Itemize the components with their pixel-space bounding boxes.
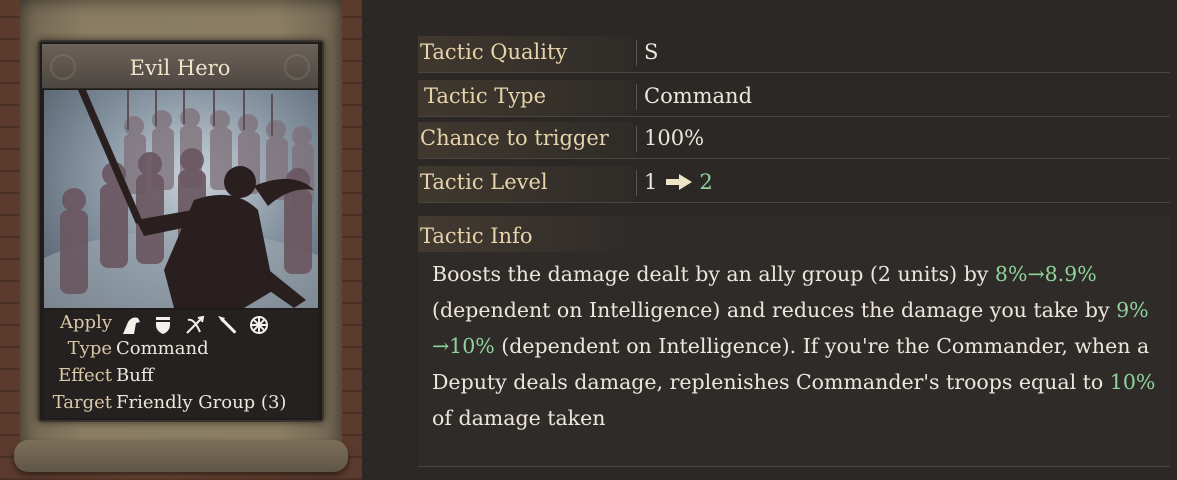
shield-icon: [152, 314, 174, 336]
tactic-type-row: Tactic Type Command: [418, 80, 1170, 117]
chance-row: Chance to trigger 100%: [418, 122, 1170, 159]
apply-label: Apply: [60, 312, 112, 333]
level-from: 1: [644, 170, 658, 194]
tactic-level-value: 12: [644, 170, 713, 194]
details-panel: Tactic Quality S Tactic Type Command Cha…: [362, 0, 1177, 480]
type-value: Command: [116, 338, 209, 359]
apply-row: Apply: [44, 312, 318, 338]
arrow-right-icon: [666, 174, 693, 190]
tactic-card[interactable]: Evil Hero Apply Type Command Effect Buff…: [38, 40, 324, 422]
info-highlight-damage-boost: 8%→8.9%: [994, 262, 1097, 286]
target-label: Target: [52, 392, 112, 413]
target-value: Friendly Group (3): [116, 392, 287, 413]
chance-label: Chance to trigger: [420, 126, 609, 150]
tactic-info-text: Boosts the damage dealt by an ally group…: [432, 256, 1162, 436]
type-row: Type Command: [44, 338, 318, 364]
tactic-quality-row: Tactic Quality S: [418, 36, 1170, 73]
crossbow-icon: [184, 314, 206, 336]
info-text-part: (dependent on Intelligence). If you're t…: [432, 334, 1150, 394]
card-title: Evil Hero: [129, 56, 231, 80]
tactic-info-title: Tactic Info: [420, 224, 533, 248]
card-title-bar: Evil Hero: [42, 44, 318, 89]
tactic-quality-label: Tactic Quality: [420, 40, 568, 64]
card-artwork: [44, 90, 318, 308]
info-text-part: of damage taken: [432, 406, 606, 430]
info-highlight-replenish: 10%: [1109, 370, 1156, 394]
target-row: Target Friendly Group (3): [44, 392, 318, 418]
card-properties: Apply Type Command Effect Buff Target Fr…: [44, 310, 318, 418]
tactic-quality-value: S: [644, 40, 659, 64]
chance-value: 100%: [644, 126, 705, 150]
wheel-icon: [248, 314, 270, 336]
tactic-level-row: Tactic Level 12: [418, 166, 1170, 203]
level-to: 2: [699, 170, 713, 194]
tactic-type-label: Tactic Type: [424, 84, 546, 108]
horse-icon: [120, 314, 142, 336]
tactic-level-label: Tactic Level: [420, 170, 548, 194]
tactic-info-box: Tactic Info Boosts the damage dealt by a…: [418, 216, 1170, 467]
effect-row: Effect Buff: [44, 365, 318, 391]
info-text-part: Boosts the damage dealt by an ally group…: [432, 262, 995, 286]
tactic-type-value: Command: [644, 84, 753, 108]
effect-value: Buff: [116, 365, 154, 386]
apply-icons: [120, 314, 270, 336]
info-text-part: (dependent on Intelligence) and reduces …: [432, 298, 1117, 322]
scroll-roller: [14, 440, 348, 472]
spear-icon: [216, 314, 238, 336]
type-label: Type: [67, 338, 112, 359]
effect-label: Effect: [58, 365, 112, 386]
